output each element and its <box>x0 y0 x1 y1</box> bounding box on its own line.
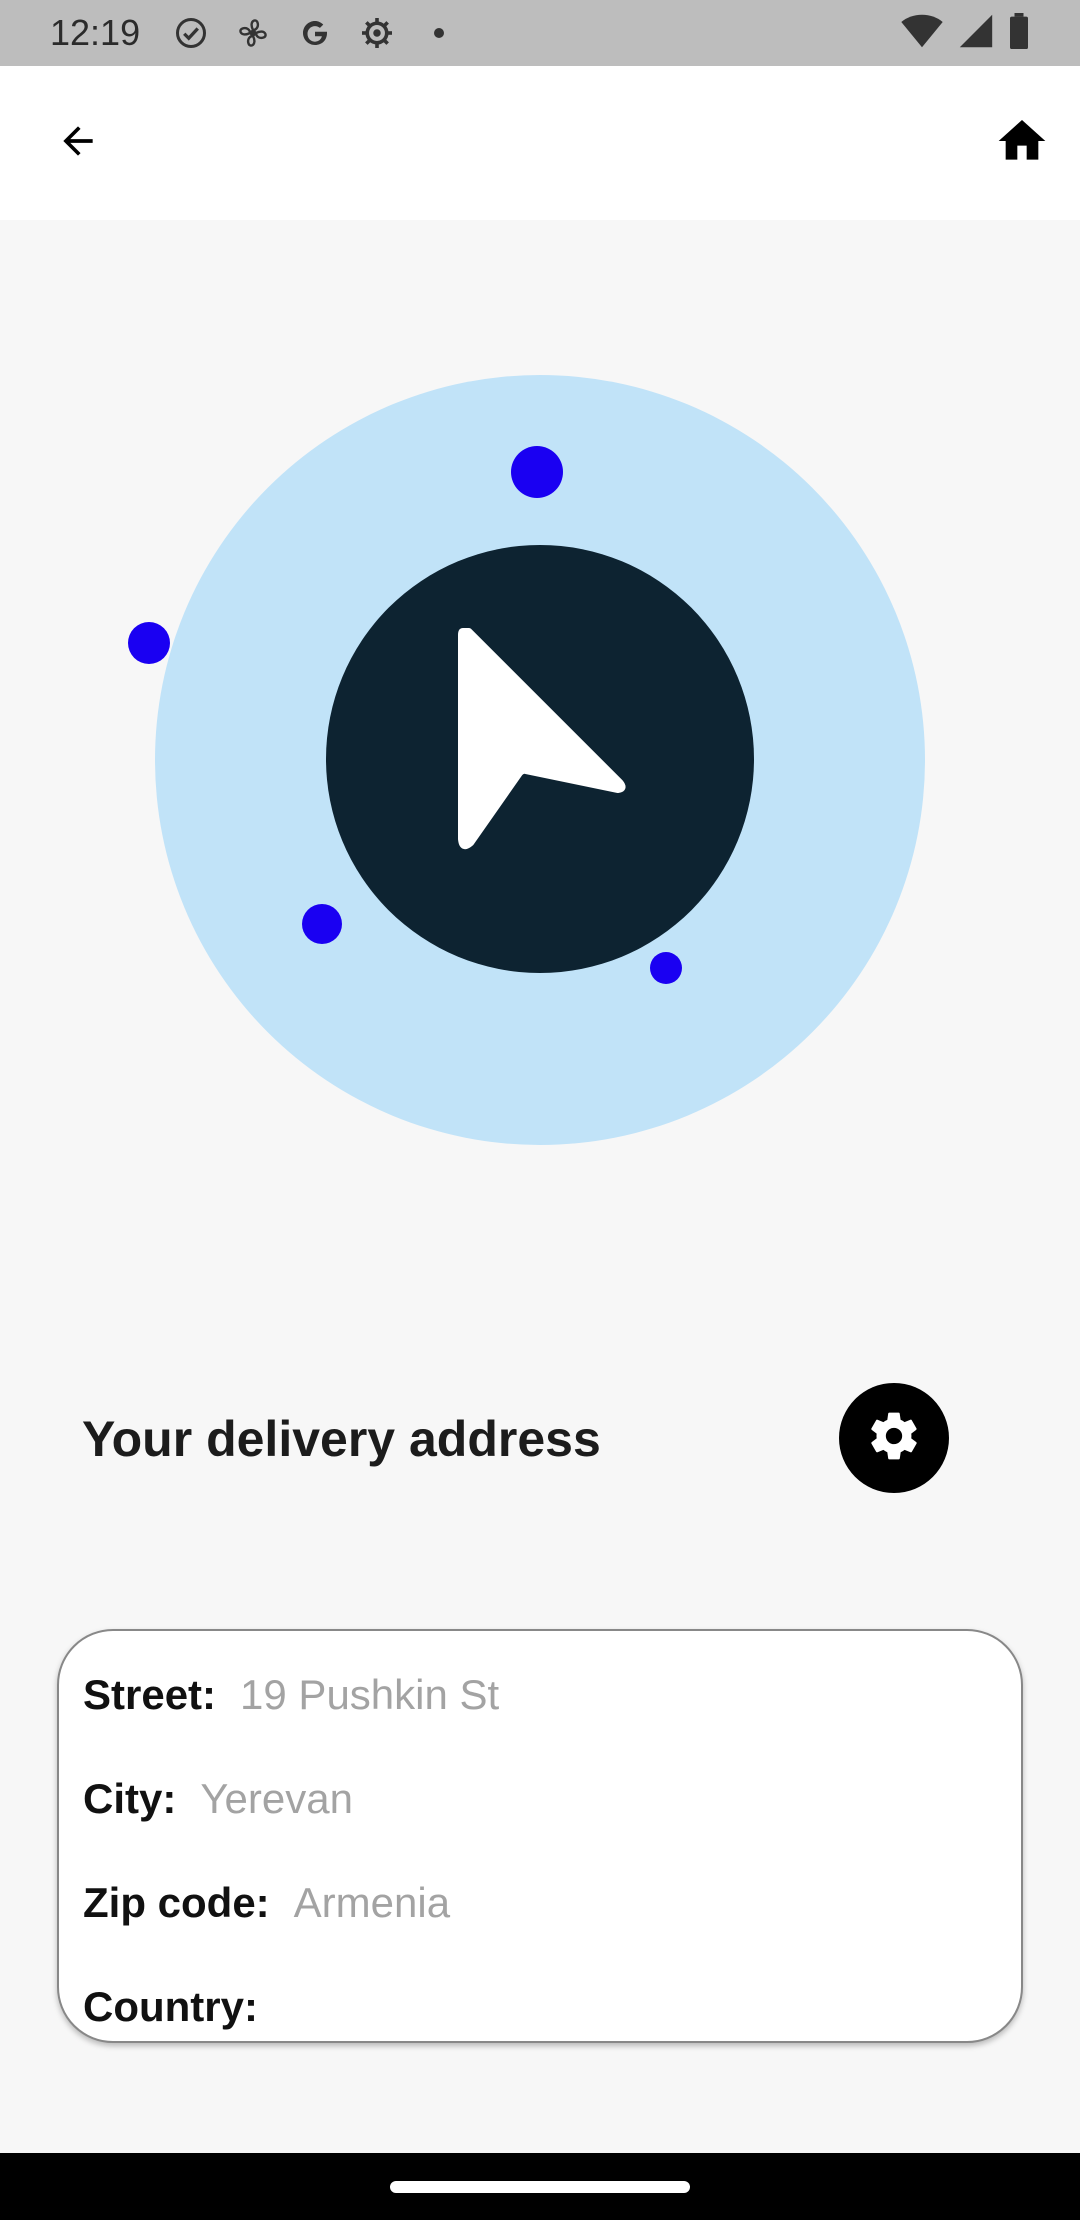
home-button[interactable] <box>984 111 1060 175</box>
address-card: Street: 19 Pushkin St City: Yerevan Zip … <box>57 1629 1023 2043</box>
city-row: City: Yerevan <box>83 1757 997 1861</box>
cell-signal-icon <box>958 13 994 54</box>
home-icon <box>992 113 1052 174</box>
orbit-dot <box>511 446 563 498</box>
delivery-title-row: Your delivery address <box>82 1380 952 1496</box>
street-label: Street: <box>83 1671 217 1718</box>
app-bar <box>0 66 1080 220</box>
status-right-icons <box>900 12 1030 54</box>
zip-code-row: Zip code: Armenia <box>83 1861 997 1965</box>
home-gesture-handle[interactable] <box>390 2181 690 2193</box>
inner-circle <box>326 545 754 973</box>
delivery-address-title: Your delivery address <box>82 1411 601 1467</box>
navigation-arrow-icon <box>326 545 754 973</box>
dot-icon <box>420 14 458 52</box>
wifi-icon <box>900 13 944 54</box>
street-row: Street: 19 Pushkin St <box>83 1653 997 1757</box>
country-row: Country: <box>83 1965 997 2069</box>
check-circle-icon <box>172 14 210 52</box>
city-value: Yerevan <box>200 1775 353 1822</box>
back-button[interactable] <box>40 113 116 173</box>
status-bar: 12:19 <box>0 0 1080 66</box>
google-icon <box>296 14 334 52</box>
location-illustration <box>0 220 1080 1220</box>
gear-icon <box>866 1408 922 1469</box>
settings-gear-icon <box>358 14 396 52</box>
system-nav-bar <box>0 2153 1080 2220</box>
zip-code-label: Zip code: <box>83 1879 270 1926</box>
zip-code-value: Armenia <box>293 1879 451 1926</box>
status-time: 12:19 <box>50 12 141 53</box>
orbit-dot <box>128 622 170 664</box>
arrow-left-icon <box>53 119 103 168</box>
settings-button[interactable] <box>839 1383 949 1493</box>
fan-icon <box>234 14 272 52</box>
street-value: 19 Pushkin St <box>240 1671 500 1718</box>
country-label: Country: <box>83 1983 258 2030</box>
city-label: City: <box>83 1775 177 1822</box>
battery-icon <box>1008 12 1030 54</box>
